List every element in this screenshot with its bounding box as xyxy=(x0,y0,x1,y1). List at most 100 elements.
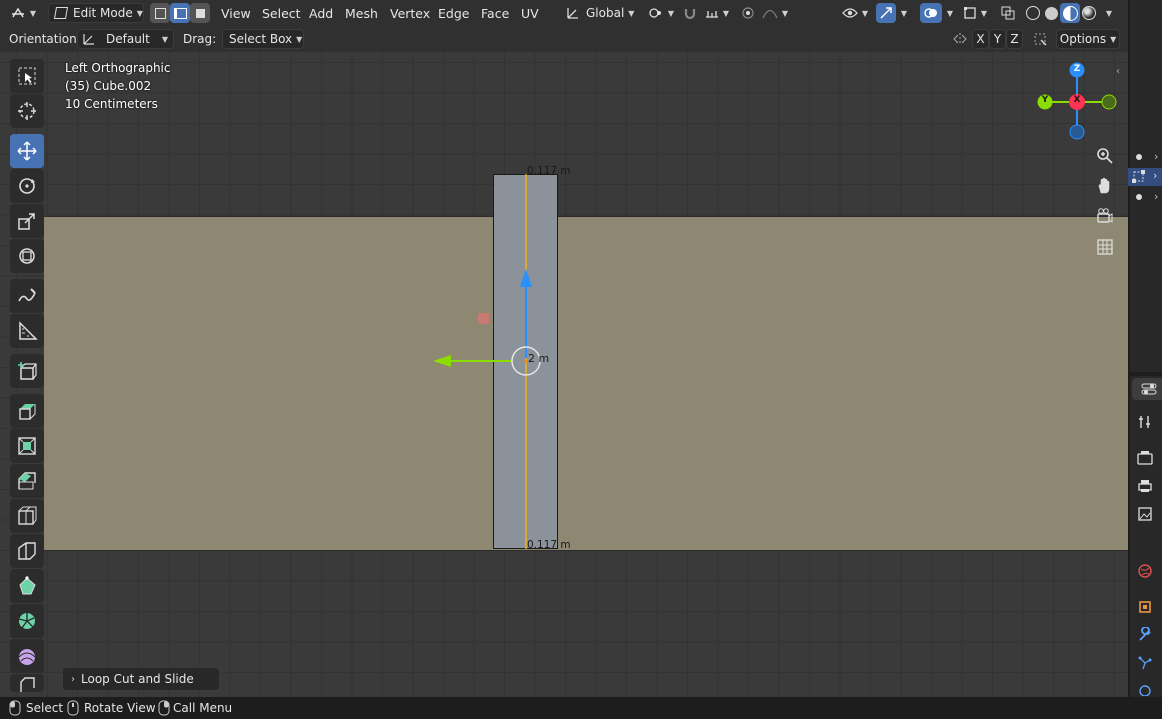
shading-solid[interactable] xyxy=(1042,3,1060,23)
menu-select[interactable]: Select xyxy=(262,3,301,23)
shading-material[interactable] xyxy=(1060,3,1080,23)
shading-rendered[interactable] xyxy=(1080,3,1098,23)
drag-select[interactable]: Select Box ▼ xyxy=(222,29,304,49)
expand-chevron-icon[interactable]: › xyxy=(1154,190,1158,203)
tool-annotate[interactable] xyxy=(10,279,44,313)
outliner-dot-icon[interactable] xyxy=(1136,194,1142,200)
properties-tab-render[interactable] xyxy=(1136,449,1154,467)
properties-tab-output[interactable] xyxy=(1136,477,1154,495)
menu-vertex[interactable]: Vertex xyxy=(390,3,430,23)
tool-measure[interactable] xyxy=(10,314,44,348)
gizmo-z-arrow[interactable] xyxy=(520,269,532,287)
pivot-point-select[interactable]: ▼ xyxy=(646,3,676,23)
xray-toggle[interactable] xyxy=(998,3,1018,23)
tool-knife[interactable] xyxy=(10,534,44,568)
orientation-select[interactable]: Default ▼ xyxy=(77,29,174,49)
xray-icon xyxy=(1001,6,1015,20)
tool-move[interactable] xyxy=(10,134,44,168)
redo-panel[interactable]: › Loop Cut and Slide xyxy=(62,667,220,691)
tool-settings-icon xyxy=(1034,33,1047,46)
outliner-active-row[interactable]: › xyxy=(1128,168,1162,186)
properties-tab-tool[interactable] xyxy=(1132,378,1162,400)
edge-select-button[interactable] xyxy=(170,3,190,23)
3d-viewport[interactable]: Left Orthographic (35) Cube.002 10 Centi… xyxy=(0,52,1128,697)
tool-transform[interactable] xyxy=(10,239,44,273)
sidebar-toggle-icon[interactable]: ‹ xyxy=(1116,66,1120,77)
tool-smooth[interactable] xyxy=(10,639,44,673)
menu-edge[interactable]: Edge xyxy=(438,3,469,23)
pan-button[interactable] xyxy=(1093,174,1117,198)
edge-length-bottom: 0.117 m xyxy=(527,539,571,551)
snap-target-select[interactable]: ▼ xyxy=(702,3,732,23)
vertex-select-button[interactable] xyxy=(150,3,170,23)
tool-extrude[interactable] xyxy=(10,394,44,428)
tool-poly-build[interactable] xyxy=(10,569,44,603)
orientation-label: Global xyxy=(586,6,625,20)
properties-tab-scene-tools[interactable] xyxy=(1136,413,1154,431)
vertex-select-icon xyxy=(154,7,166,19)
tool-add-cube[interactable] xyxy=(10,354,44,388)
visibility-select[interactable]: ▼ xyxy=(840,3,870,23)
gizmo-neg-y-ball[interactable] xyxy=(1101,94,1117,110)
hand-icon xyxy=(1098,177,1110,194)
properties-tab-world[interactable] xyxy=(1136,562,1154,580)
annotate-icon xyxy=(18,288,36,302)
face-select-button[interactable] xyxy=(190,3,210,23)
camera-view-button[interactable] xyxy=(1093,204,1117,228)
properties-tab-physics[interactable] xyxy=(1136,682,1154,696)
expand-chevron-icon[interactable]: › xyxy=(1153,169,1157,182)
snap-increment-icon xyxy=(705,11,718,18)
menu-add[interactable]: Add xyxy=(309,3,333,23)
menu-mesh[interactable]: Mesh xyxy=(345,3,378,23)
outliner-panel[interactable] xyxy=(1130,0,1162,372)
mirror-toggle[interactable] xyxy=(950,29,970,49)
mirror-z-button[interactable]: Z xyxy=(1006,29,1023,49)
mesh-object-icon xyxy=(1132,170,1145,183)
expand-chevron-icon[interactable]: › xyxy=(1154,150,1158,163)
tool-inset[interactable] xyxy=(10,429,44,463)
zoom-button[interactable] xyxy=(1093,144,1117,168)
toolbar xyxy=(8,58,46,692)
menu-uv[interactable]: UV xyxy=(521,3,539,23)
menu-face[interactable]: Face xyxy=(481,3,509,23)
shading-wireframe[interactable] xyxy=(1024,3,1042,23)
outliner-dot-icon[interactable] xyxy=(1136,154,1142,160)
falloff-select[interactable]: ▼ xyxy=(760,3,790,23)
tool-spin[interactable] xyxy=(10,604,44,638)
transform-icon xyxy=(19,248,35,264)
overlays-dropdown[interactable]: ▼ xyxy=(942,3,958,23)
menu-view[interactable]: View xyxy=(221,3,251,23)
tool-shear[interactable] xyxy=(10,674,44,692)
tool-select-box[interactable] xyxy=(10,59,44,93)
properties-tab-view-layer[interactable] xyxy=(1136,505,1154,523)
tool-bevel[interactable] xyxy=(10,464,44,498)
mesh-edit-overlays[interactable]: ▼ xyxy=(960,3,990,23)
ortho-toggle-button[interactable] xyxy=(1093,235,1117,259)
shading-dropdown[interactable]: ▼ xyxy=(1100,3,1118,23)
gizmo-toggle[interactable] xyxy=(876,3,896,23)
gizmo-neg-z-ball[interactable] xyxy=(1069,124,1085,140)
gizmo-y-arrow[interactable] xyxy=(433,355,451,367)
gizmo-plane-handle[interactable] xyxy=(478,313,489,324)
mirror-y-button[interactable]: Y xyxy=(989,29,1006,49)
properties-tab-modifiers[interactable] xyxy=(1136,626,1154,644)
tool-cursor[interactable] xyxy=(10,94,44,128)
tool-loop-cut[interactable] xyxy=(10,499,44,533)
overlays-toggle[interactable] xyxy=(920,3,942,23)
mode-select[interactable]: Edit Mode ▼ xyxy=(48,3,144,23)
rotate-icon xyxy=(19,178,35,194)
tool-settings-toggle[interactable] xyxy=(1030,29,1050,49)
tool-rotate[interactable] xyxy=(10,169,44,203)
snap-toggle[interactable] xyxy=(680,3,700,23)
properties-tab-object[interactable] xyxy=(1136,598,1154,616)
gizmo-dropdown[interactable]: ▼ xyxy=(896,3,912,23)
proportional-edit-toggle[interactable] xyxy=(738,3,758,23)
spin-icon xyxy=(18,613,35,629)
properties-tab-particles[interactable] xyxy=(1136,654,1154,672)
mirror-x-button[interactable]: X xyxy=(972,29,989,49)
tool-scale[interactable] xyxy=(10,204,44,238)
gizmo-y-label: Y xyxy=(1041,95,1049,105)
editor-type-button[interactable]: ▼ xyxy=(6,3,40,23)
options-dropdown[interactable]: Options ▼ xyxy=(1056,29,1120,49)
transform-orientation-select[interactable]: Global ▼ xyxy=(562,3,640,23)
